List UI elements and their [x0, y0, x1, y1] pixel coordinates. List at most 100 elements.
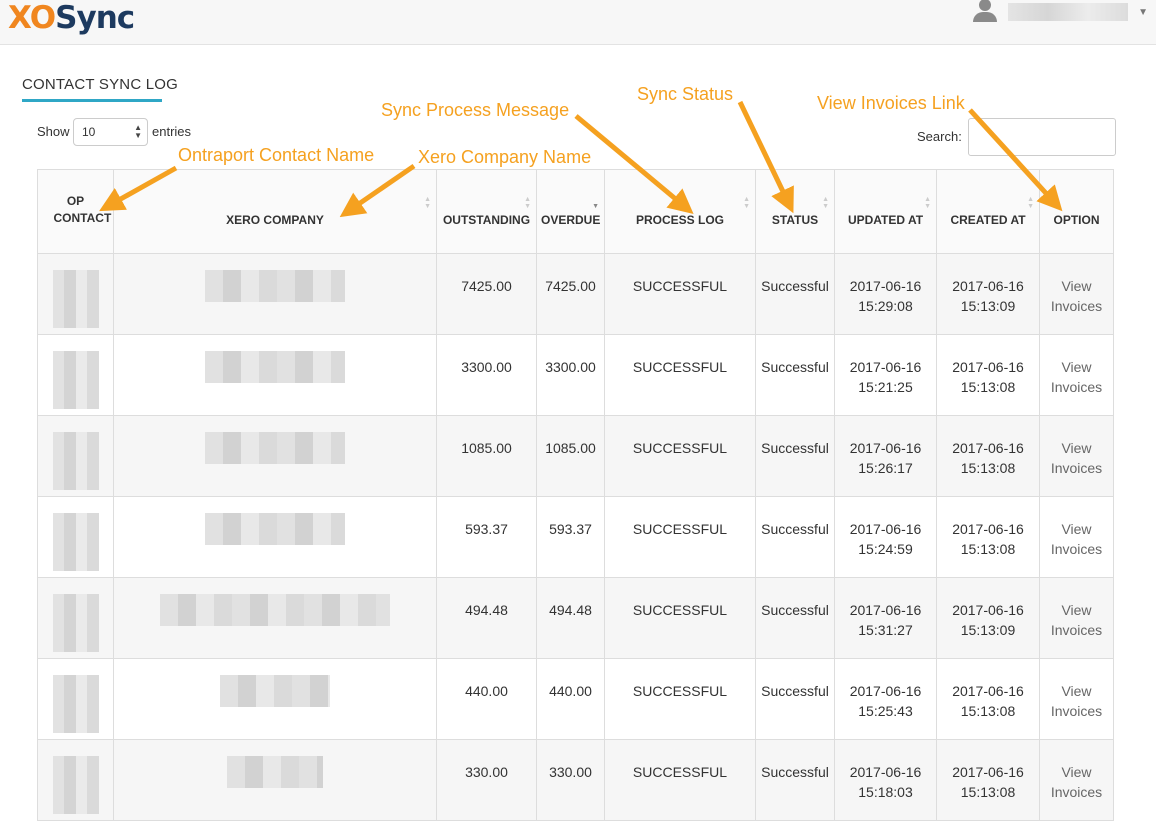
updated-date: 2017-06-16	[849, 683, 922, 699]
column-header-label: OVERDUE	[541, 213, 601, 227]
redacted-contact	[52, 594, 99, 652]
table-row: 330.00 330.00 SUCCESSFUL Successful 2017…	[37, 739, 1114, 821]
link-text: View	[1061, 602, 1092, 618]
xero-company-cell	[113, 496, 437, 578]
view-invoices-link[interactable]: View Invoices	[1051, 764, 1102, 800]
xero-company-cell	[113, 658, 437, 740]
status-cell: Successful	[755, 253, 835, 335]
sort-icon: ▲ ▼	[424, 196, 431, 210]
created-time: 15:13:08	[960, 541, 1016, 557]
link-text: Invoices	[1050, 622, 1103, 638]
updated-at-cell: 2017-06-16 15:24:59	[834, 496, 937, 578]
table-row: 440.00 440.00 SUCCESSFUL Successful 2017…	[37, 658, 1114, 740]
view-invoices-link[interactable]: View Invoices	[1051, 521, 1102, 557]
user-icon	[972, 0, 998, 23]
redacted-company	[205, 432, 345, 464]
created-time: 15:13:09	[960, 622, 1016, 638]
redacted-company	[227, 756, 323, 788]
process-log-cell: SUCCESSFUL	[604, 739, 756, 821]
link-text: View	[1061, 359, 1092, 375]
created-at-cell: 2017-06-16 15:13:08	[936, 739, 1040, 821]
updated-at-cell: 2017-06-16 15:18:03	[834, 739, 937, 821]
updated-time: 15:18:03	[858, 784, 913, 800]
op-contact-cell	[37, 739, 114, 821]
show-label: Show	[37, 124, 70, 139]
column-header-option: OPTION	[1039, 169, 1114, 254]
column-header-label: PROCESS LOG	[635, 213, 724, 227]
page-title: CONTACT SYNC LOG	[22, 76, 178, 93]
option-cell: View Invoices	[1039, 658, 1114, 740]
status-cell: Successful	[755, 334, 835, 416]
created-at-cell: 2017-06-16 15:13:09	[936, 253, 1040, 335]
link-text: Invoices	[1050, 541, 1103, 557]
process-log-cell: SUCCESSFUL	[604, 496, 756, 578]
sort-icon: ▲ ▼	[1027, 196, 1034, 210]
column-header-process-log[interactable]: PROCESS LOG ▲ ▼	[604, 169, 756, 254]
search-input[interactable]	[968, 118, 1116, 156]
column-header-updated-at[interactable]: UPDATED AT ▲ ▼	[834, 169, 937, 254]
column-header-label: STATUS	[771, 213, 819, 227]
column-header-op-contact[interactable]: OP CONTACT	[37, 169, 114, 254]
user-menu[interactable]: ▼	[972, 0, 1148, 24]
view-invoices-link[interactable]: View Invoices	[1051, 278, 1102, 314]
annotation-sync-status: Sync Status	[637, 84, 734, 104]
top-bar: XO Sync ▼	[0, 0, 1156, 45]
link-text: Invoices	[1050, 460, 1103, 476]
op-contact-cell	[37, 496, 114, 578]
sort-icon: ▲ ▼	[524, 196, 531, 210]
redacted-contact	[52, 270, 99, 328]
table-row: 3300.00 3300.00 SUCCESSFUL Successful 20…	[37, 334, 1114, 416]
updated-date: 2017-06-16	[849, 602, 922, 618]
logo-prefix: XO	[8, 0, 56, 36]
link-text: View	[1061, 278, 1092, 294]
overdue-cell: 1085.00	[536, 415, 605, 497]
redacted-contact	[52, 675, 99, 733]
updated-time: 15:21:25	[858, 379, 913, 395]
created-date: 2017-06-16	[952, 521, 1024, 537]
updated-date: 2017-06-16	[849, 764, 922, 780]
sort-icon: ▲ ▼	[822, 196, 829, 210]
caret-down-icon[interactable]: ▼	[1138, 7, 1148, 18]
view-invoices-link[interactable]: View Invoices	[1051, 602, 1102, 638]
column-header-outstanding[interactable]: OUTSTANDING ▲ ▼	[436, 169, 537, 254]
updated-date: 2017-06-16	[849, 278, 922, 294]
sort-icon: ▲ ▼	[924, 196, 931, 210]
status-cell: Successful	[755, 415, 835, 497]
option-cell: View Invoices	[1039, 739, 1114, 821]
created-at-cell: 2017-06-16 15:13:08	[936, 496, 1040, 578]
link-text: View	[1061, 683, 1092, 699]
xosync-logo[interactable]: XO Sync	[8, 0, 135, 38]
status-cell: Successful	[755, 739, 835, 821]
view-invoices-link[interactable]: View Invoices	[1051, 683, 1102, 719]
view-invoices-link[interactable]: View Invoices	[1051, 440, 1102, 476]
column-header-label: OP CONTACT	[53, 194, 112, 225]
column-header-created-at[interactable]: CREATED AT ▲ ▼	[936, 169, 1040, 254]
status-cell: Successful	[755, 577, 835, 659]
redacted-contact	[52, 513, 99, 571]
updated-date: 2017-06-16	[849, 359, 922, 375]
op-contact-cell	[37, 577, 114, 659]
search-label: Search:	[917, 129, 962, 144]
link-text: View	[1061, 764, 1092, 780]
updated-time: 15:24:59	[858, 541, 913, 557]
view-invoices-link[interactable]: View Invoices	[1051, 359, 1102, 395]
table-header-row: OP CONTACT XERO COMPANY ▲ ▼ OUTSTANDING ▲ ▼ …	[37, 169, 1114, 254]
process-log-cell: SUCCESSFUL	[604, 658, 756, 740]
outstanding-cell: 7425.00	[436, 253, 537, 335]
xero-company-cell	[113, 739, 437, 821]
created-time: 15:13:08	[960, 784, 1016, 800]
column-header-status[interactable]: STATUS ▲ ▼	[755, 169, 835, 254]
entries-per-page-select[interactable]: 10 ▲ ▼	[73, 118, 148, 146]
created-time: 15:13:09	[960, 298, 1016, 314]
annotation-op-contact: Ontraport Contact Name	[178, 145, 375, 165]
column-header-xero-company[interactable]: XERO COMPANY ▲ ▼	[113, 169, 437, 254]
table-row: 494.48 494.48 SUCCESSFUL Successful 2017…	[37, 577, 1114, 659]
status-cell: Successful	[755, 496, 835, 578]
option-cell: View Invoices	[1039, 496, 1114, 578]
entries-label: entries	[152, 124, 192, 139]
created-date: 2017-06-16	[952, 764, 1024, 780]
select-arrows-icon: ▲ ▼	[134, 123, 142, 140]
created-time: 15:13:08	[960, 379, 1016, 395]
column-header-overdue[interactable]: OVERDUE ▼	[536, 169, 605, 254]
op-contact-cell	[37, 658, 114, 740]
